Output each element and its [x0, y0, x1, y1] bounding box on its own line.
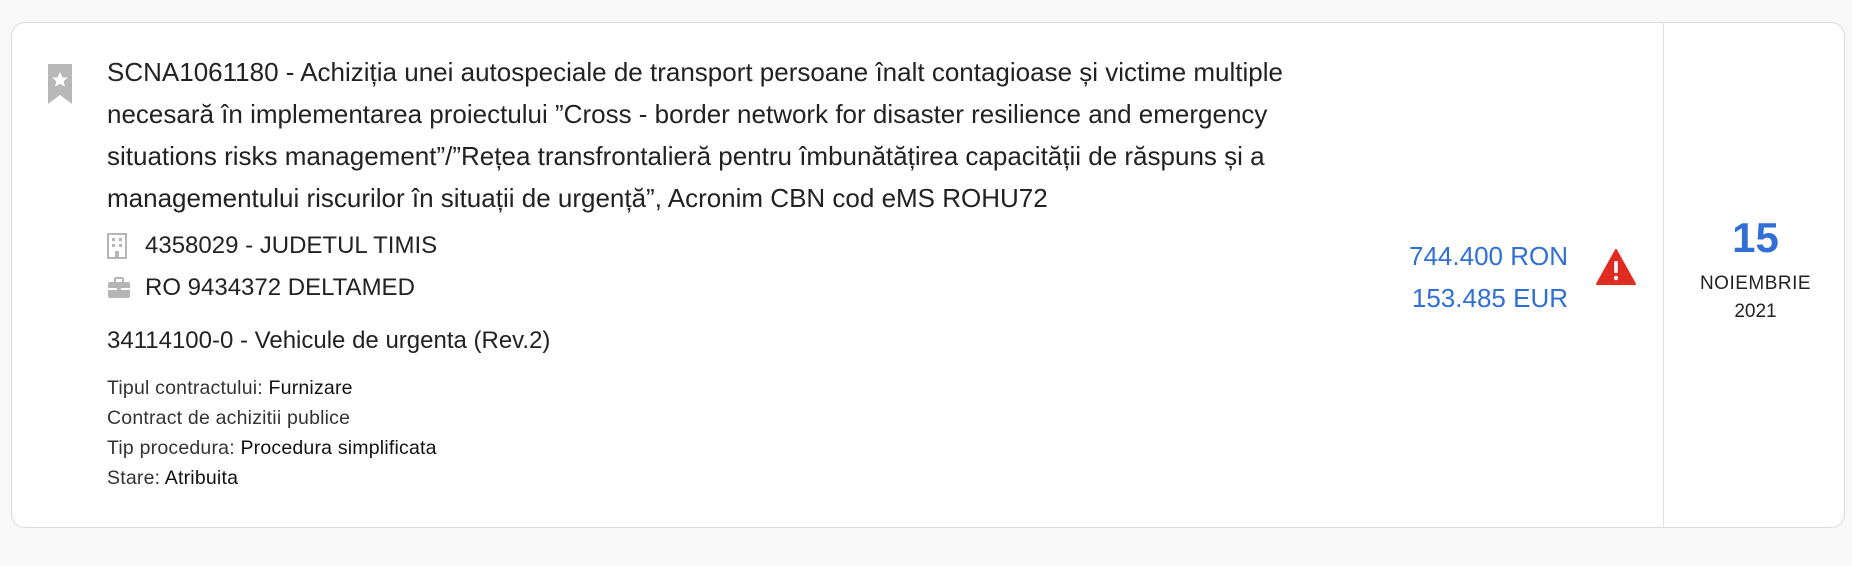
supplier: RO 9434372 DELTAMED	[107, 267, 1367, 309]
amount-eur: 153.485 EUR	[1411, 283, 1568, 313]
supplier-name[interactable]: RO 9434372 DELTAMED	[145, 274, 415, 302]
authority-name[interactable]: 4358029 - JUDETUL TIMIS	[145, 232, 437, 260]
contracting-authority: 4358029 - JUDETUL TIMIS	[107, 225, 1367, 267]
tender-title[interactable]: SCNA1061180 - Achiziția unei autospecial…	[107, 51, 1367, 219]
date-year: 2021	[1734, 301, 1777, 322]
cpv-code: 34114100-0 - Vehicule de urgenta (Rev.2)	[107, 327, 551, 354]
bookmark-star-icon[interactable]	[46, 64, 74, 104]
briefcase-icon	[107, 277, 145, 299]
contract-kind: Contract de achizitii publice	[107, 407, 351, 429]
contract-value: 744.400 RON 153.485 EUR	[1409, 235, 1568, 319]
contract-details: Tipul contractului: Furnizare Contract d…	[107, 373, 1367, 493]
amount-ron: 744.400 RON	[1409, 241, 1568, 271]
tender-main: SCNA1061180 - Achiziția unei autospecial…	[107, 51, 1367, 493]
status: Stare: Atribuita	[107, 467, 239, 489]
date-month: NOIEMBRIE	[1699, 273, 1812, 294]
publication-date: 15 NOIEMBRIE 2021	[1663, 23, 1844, 527]
building-icon	[107, 233, 145, 259]
date-day: 15	[1732, 214, 1779, 261]
warning-triangle-icon[interactable]	[1596, 249, 1636, 285]
tender-card[interactable]: SCNA1061180 - Achiziția unei autospecial…	[11, 22, 1845, 528]
contract-type: Tipul contractului: Furnizare	[107, 377, 353, 399]
procedure-type: Tip procedura: Procedura simplificata	[107, 437, 437, 459]
